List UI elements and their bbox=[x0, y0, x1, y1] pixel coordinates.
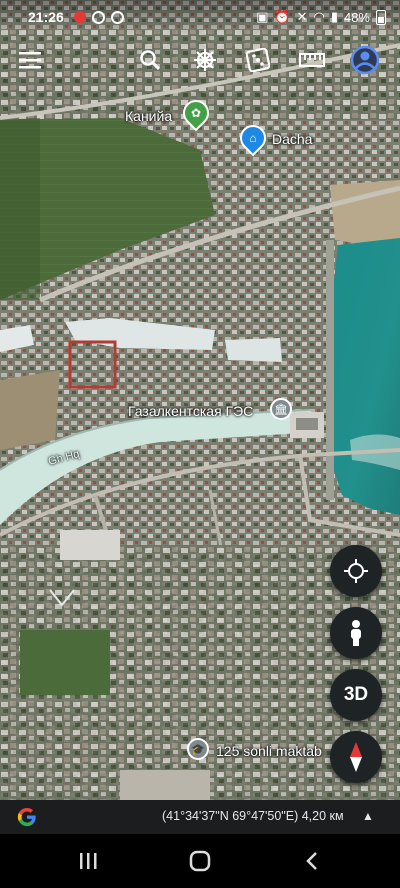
my-location-icon bbox=[344, 559, 368, 583]
school-icon[interactable]: 🎓 bbox=[187, 738, 209, 760]
place-label-hydro-station[interactable]: Газалкентская ГЭС bbox=[128, 403, 253, 419]
search-button[interactable] bbox=[130, 40, 170, 80]
coordinates-readout: (41°34'37"N 69°47'50"E) 4,20 км bbox=[162, 809, 344, 823]
status-right: ▣ ⏰ ✕ ◠ ▮ 48% bbox=[256, 9, 386, 25]
system-nav-bar bbox=[0, 834, 400, 888]
account-button[interactable] bbox=[345, 40, 385, 80]
back-button[interactable] bbox=[294, 846, 330, 876]
signal-icon: ▮ bbox=[330, 9, 338, 24]
place-label-school[interactable]: 125 sonli maktab bbox=[216, 743, 322, 759]
3d-toggle-button[interactable]: 3D bbox=[330, 669, 382, 721]
street-view-button[interactable] bbox=[330, 607, 382, 659]
feeling-lucky-button[interactable] bbox=[238, 40, 278, 80]
google-logo-icon bbox=[17, 808, 36, 827]
lock-icon: ▣ bbox=[256, 9, 269, 24]
menu-icon bbox=[19, 52, 41, 69]
compass-button[interactable] bbox=[330, 731, 382, 783]
dice-icon bbox=[246, 48, 270, 72]
battery-percent: 48% bbox=[343, 9, 370, 25]
ruler-icon bbox=[299, 53, 325, 67]
bottom-info-bar: (41°34'37"N 69°47'50"E) 4,20 км ▲ bbox=[0, 800, 400, 834]
globe-icon bbox=[91, 10, 105, 24]
pin-glyph: ✿ bbox=[190, 106, 202, 120]
recent-apps-icon bbox=[80, 853, 97, 869]
data-saver-icon bbox=[110, 10, 124, 24]
status-bar: 21:26 ▣ ⏰ ✕ ◠ ▮ 48% bbox=[0, 0, 400, 34]
voyager-wheel-icon bbox=[194, 49, 216, 71]
street-view-icon bbox=[351, 620, 361, 646]
place-label-kaniya[interactable]: Канийа bbox=[125, 108, 172, 124]
map-toolbar bbox=[0, 40, 400, 80]
measure-button[interactable] bbox=[292, 40, 332, 80]
alarm-icon: ⏰ bbox=[274, 9, 291, 24]
wifi-icon: ◠ bbox=[313, 9, 325, 24]
expand-info-button[interactable]: ▲ bbox=[362, 809, 374, 823]
home-button[interactable] bbox=[182, 846, 218, 876]
home-icon: ⌂ bbox=[249, 131, 257, 145]
my-location-button[interactable] bbox=[330, 545, 382, 597]
voyager-button[interactable] bbox=[185, 40, 225, 80]
landmark-icon[interactable]: 🏛 bbox=[270, 398, 292, 420]
back-icon bbox=[306, 852, 317, 870]
status-time: 21:26 bbox=[28, 9, 64, 25]
record-icon bbox=[73, 11, 86, 23]
menu-button[interactable] bbox=[10, 40, 50, 80]
recent-apps-button[interactable] bbox=[70, 846, 106, 876]
mute-icon: ✕ bbox=[296, 9, 308, 24]
account-icon bbox=[350, 45, 380, 75]
compass-icon bbox=[350, 742, 362, 772]
search-icon bbox=[140, 50, 161, 71]
home-nav-icon bbox=[189, 850, 211, 872]
battery-icon bbox=[376, 9, 386, 25]
place-label-dacha[interactable]: Dacha bbox=[272, 131, 312, 147]
